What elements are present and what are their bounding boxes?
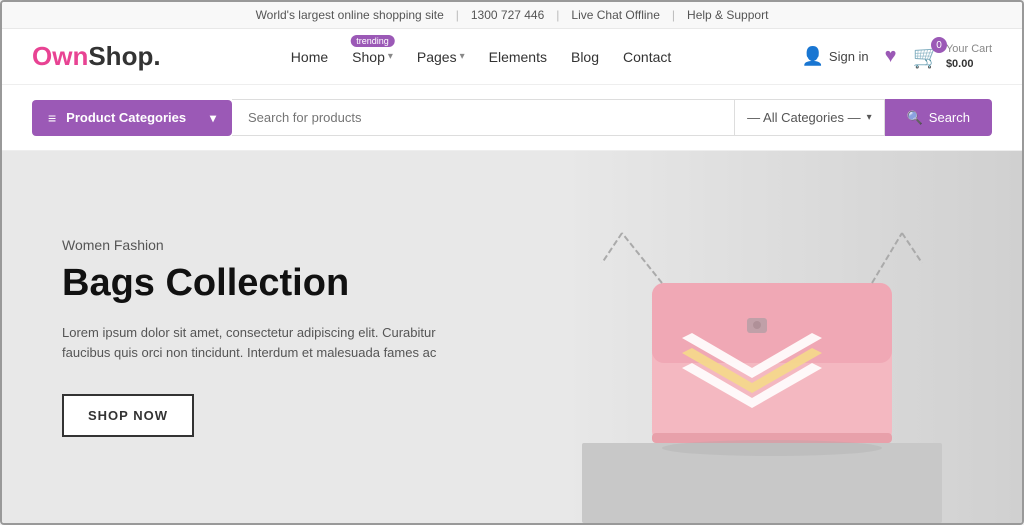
hero-title: Bags Collection <box>62 263 482 305</box>
nav-contact[interactable]: Contact <box>623 49 671 65</box>
logo-dot: . <box>153 41 160 71</box>
hero-description: Lorem ipsum dolor sit amet, consectetur … <box>62 323 482 365</box>
search-button[interactable]: 🔍 Search <box>885 99 992 136</box>
sep3: | <box>672 8 675 22</box>
nav-contact-label: Contact <box>623 49 671 65</box>
trending-badge: trending <box>350 35 395 47</box>
nav-shop[interactable]: trending Shop ▾ <box>352 49 393 65</box>
nav-blog[interactable]: Blog <box>571 49 599 65</box>
info-bar: World's largest online shopping site | 1… <box>2 2 1022 29</box>
nav-blog-label: Blog <box>571 49 599 65</box>
category-chevron-icon: ▾ <box>867 112 872 123</box>
wishlist-icon[interactable]: ♥ <box>885 45 897 68</box>
search-bar: ≡ Product Categories ▾ — All Categories … <box>2 85 1022 151</box>
sign-in-button[interactable]: 👤 Sign in <box>801 46 868 67</box>
nav-pages[interactable]: Pages ▾ <box>417 49 465 65</box>
nav-shop-label: Shop <box>352 49 385 65</box>
nav-elements[interactable]: Elements <box>489 49 547 65</box>
cart-button[interactable]: 🛒 0 Your Cart $0.00 <box>913 42 992 71</box>
logo-own: Own <box>32 41 88 71</box>
browser-frame: World's largest online shopping site | 1… <box>0 0 1024 525</box>
logo-shop: Shop <box>88 41 153 71</box>
pages-chevron-icon: ▾ <box>460 51 465 62</box>
help-support-link[interactable]: Help & Support <box>687 8 768 22</box>
product-categories-button[interactable]: ≡ Product Categories ▾ <box>32 100 232 136</box>
tagline-text: World's largest online shopping site <box>256 8 444 22</box>
hero-bag-image <box>562 183 942 523</box>
search-button-label: Search <box>929 110 970 125</box>
main-nav: Home trending Shop ▾ Pages ▾ Elements Bl… <box>291 49 671 65</box>
user-icon: 👤 <box>801 46 823 67</box>
phone-number[interactable]: 1300 727 446 <box>471 8 544 22</box>
category-select[interactable]: — All Categories — ▾ <box>735 99 884 136</box>
cart-price: $0.00 <box>946 57 992 71</box>
menu-icon: ≡ <box>48 110 56 126</box>
header-actions: 👤 Sign in ♥ 🛒 0 Your Cart $0.00 <box>801 42 992 71</box>
product-categories-label: Product Categories <box>66 110 186 125</box>
hero-subtitle: Women Fashion <box>62 237 482 253</box>
your-cart-label: Your Cart <box>946 42 992 56</box>
nav-home[interactable]: Home <box>291 49 328 65</box>
search-input-wrapper: — All Categories — ▾ 🔍 Search <box>232 99 992 136</box>
category-default-label: — All Categories — <box>747 110 860 125</box>
cart-text: Your Cart $0.00 <box>946 42 992 71</box>
nav-home-label: Home <box>291 49 328 65</box>
sep2: | <box>556 8 559 22</box>
hero-section: Women Fashion Bags Collection Lorem ipsu… <box>2 151 1022 523</box>
search-icon: 🔍 <box>907 110 923 126</box>
shop-chevron-icon: ▾ <box>388 51 393 62</box>
search-input[interactable] <box>232 99 735 136</box>
nav-pages-label: Pages <box>417 49 457 65</box>
live-chat-link[interactable]: Live Chat Offline <box>571 8 660 22</box>
shop-now-button[interactable]: SHOP NOW <box>62 394 194 437</box>
cart-count-badge: 0 <box>931 37 947 53</box>
logo[interactable]: OwnShop. <box>32 41 161 72</box>
hero-content: Women Fashion Bags Collection Lorem ipsu… <box>62 237 482 437</box>
bag-illustration <box>562 183 942 523</box>
main-header: OwnShop. Home trending Shop ▾ Pages ▾ El… <box>2 29 1022 85</box>
sep1: | <box>456 8 459 22</box>
sign-in-label: Sign in <box>829 49 869 64</box>
categories-chevron-icon: ▾ <box>210 111 216 125</box>
nav-elements-label: Elements <box>489 49 547 65</box>
